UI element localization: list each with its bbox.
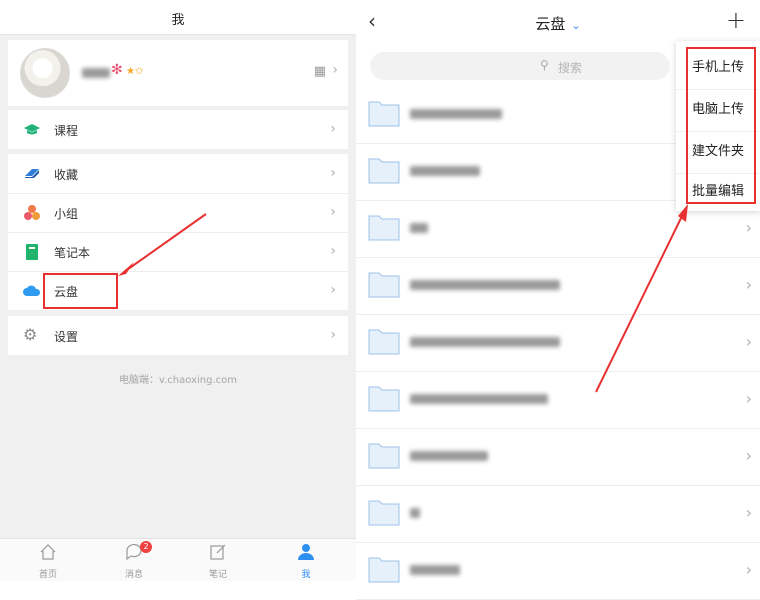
nav-bar: ‹ 云盘 ⌄ + <box>356 0 760 44</box>
folder-name-blurred <box>410 223 428 233</box>
chevron-down-icon[interactable]: ⌄ <box>571 19 580 32</box>
bookmark-icon <box>25 169 39 178</box>
page-title[interactable]: 云盘 <box>535 15 565 33</box>
qrcode-icon[interactable]: ▦ <box>314 64 326 79</box>
folder-row[interactable]: › <box>356 371 760 429</box>
folder-icon <box>368 215 400 241</box>
chevron-right-icon: › <box>330 165 336 181</box>
search-placeholder: 搜索 <box>558 61 583 75</box>
avatar[interactable] <box>20 48 70 98</box>
tab-messages[interactable]: 2 消息 <box>104 541 164 580</box>
highlight-box <box>43 273 118 309</box>
tab-notes[interactable]: 笔记 <box>188 543 248 580</box>
chevron-right-icon: › <box>745 560 752 579</box>
menu-item-label: 小组 <box>54 207 79 221</box>
folder-icon <box>368 386 400 412</box>
folder-icon <box>368 158 400 184</box>
top-bar: 我 <box>0 0 356 35</box>
highlight-box <box>686 47 756 204</box>
folder-name-blurred <box>410 280 560 290</box>
menu-group-settings: ⚙ 设置 › <box>8 316 348 355</box>
cloud-icon <box>23 285 41 296</box>
username-blurred <box>82 68 110 78</box>
menu-item-settings[interactable]: ⚙ 设置 › <box>8 316 348 355</box>
chevron-right-icon: › <box>745 218 752 237</box>
tab-bar: 首页 2 消息 笔记 我 <box>0 538 356 581</box>
menu-item-favorites[interactable]: 收藏 › <box>8 154 348 194</box>
person-icon <box>298 544 314 560</box>
menu-item-label: 课程 <box>54 124 79 138</box>
folder-icon <box>368 443 400 469</box>
folder-icon <box>368 329 400 355</box>
tab-home[interactable]: 首页 <box>18 543 78 580</box>
graduation-cap-icon <box>24 124 40 135</box>
annotation-arrow <box>595 204 688 393</box>
menu-item-courses[interactable]: 课程 › <box>8 110 348 149</box>
chevron-right-icon: › <box>330 121 336 137</box>
folder-name-blurred <box>410 394 548 404</box>
folder-row[interactable]: › <box>356 428 760 486</box>
page-title: 我 <box>171 13 185 28</box>
cloud-drive-page: ‹ 云盘⌄ + ⚲ 搜索 ››››››››› 手机上传 电脑上传 建文件夹 批量… <box>356 0 760 600</box>
folder-row[interactable]: › <box>356 485 760 543</box>
chevron-right-icon: › <box>745 503 752 522</box>
folder-name-blurred <box>410 451 488 461</box>
chevron-right-icon: › <box>745 275 752 294</box>
chevron-right-icon: › <box>745 332 752 351</box>
decoration-icon: ✻ <box>111 62 123 78</box>
folder-icon <box>368 101 400 127</box>
folder-row[interactable]: › <box>356 257 760 315</box>
tab-label: 首页 <box>38 570 57 580</box>
chevron-right-icon: › <box>330 327 336 343</box>
notebook-icon <box>26 244 38 260</box>
folder-icon <box>368 500 400 526</box>
folder-row[interactable]: › <box>356 542 760 600</box>
folder-name-blurred <box>410 109 502 119</box>
footer-note: 电脑端：v.chaoxing.com <box>118 375 237 386</box>
add-icon[interactable]: + <box>726 6 746 34</box>
menu-item-label: 收藏 <box>54 168 79 182</box>
chevron-right-icon: › <box>330 243 336 259</box>
search-icon: ⚲ <box>540 58 549 72</box>
tab-label: 消息 <box>124 570 143 580</box>
tab-label: 我 <box>301 570 311 580</box>
profile-page: 我 ✻ ★✩ ▦ › 课程 › 收藏 › 小组 › 笔记本 › 云盘 › ⚙ 设… <box>0 0 356 581</box>
folder-name-blurred <box>410 166 480 176</box>
folder-name-blurred <box>410 337 560 347</box>
folder-name-blurred <box>410 508 420 518</box>
chevron-right-icon: › <box>330 204 336 220</box>
level-stars: ★✩ <box>126 66 144 77</box>
menu-item-label: 设置 <box>54 330 79 344</box>
chevron-right-icon: › <box>332 62 338 78</box>
folder-icon <box>368 272 400 298</box>
gear-icon: ⚙ <box>23 325 38 344</box>
chevron-right-icon: › <box>745 389 752 408</box>
edit-icon <box>210 544 226 560</box>
group-icon <box>24 205 40 220</box>
tab-me[interactable]: 我 <box>276 543 336 580</box>
folder-name-blurred <box>410 565 460 575</box>
tab-label: 笔记 <box>208 570 227 580</box>
search-input[interactable]: ⚲ 搜索 <box>370 52 670 80</box>
chevron-right-icon: › <box>745 446 752 465</box>
annotation-arrow <box>118 213 207 276</box>
menu-group-courses: 课程 › <box>8 110 348 149</box>
folder-row[interactable]: › <box>356 314 760 372</box>
home-icon <box>40 544 56 560</box>
unread-badge: 2 <box>140 541 152 553</box>
chevron-right-icon: › <box>330 282 336 298</box>
page-title-wrap: 云盘 ⌄ <box>356 13 760 34</box>
profile-card[interactable]: ✻ ★✩ ▦ › <box>8 40 348 106</box>
menu-item-label: 笔记本 <box>54 246 91 260</box>
